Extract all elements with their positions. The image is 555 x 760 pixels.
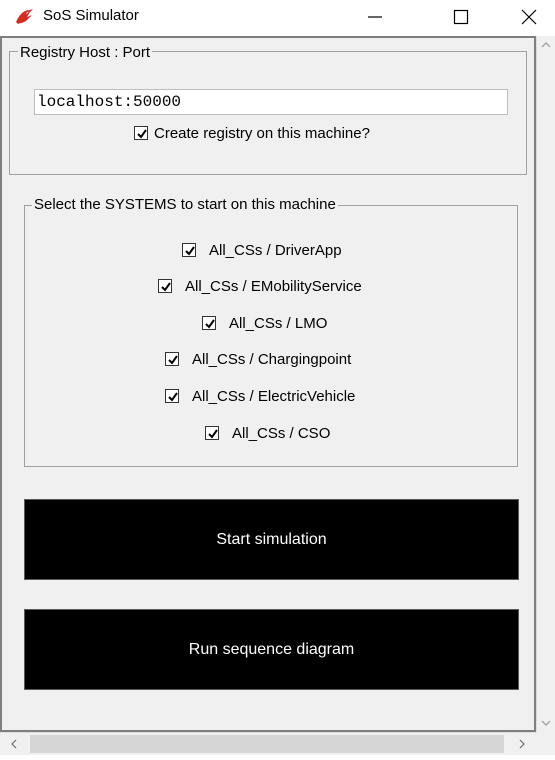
vertical-scrollbar[interactable] [536, 36, 555, 732]
checkmark-icon [137, 129, 147, 139]
checkbox-box[interactable] [165, 389, 179, 403]
arrow-left-icon [11, 739, 17, 749]
scroll-up-button[interactable] [537, 36, 555, 54]
system-label: All_CSs / CSO [232, 425, 331, 442]
system-label: All_CSs / ElectricVehicle [192, 388, 356, 405]
checkmark-icon [168, 392, 178, 402]
tk-feather-icon [14, 7, 36, 27]
close-icon [521, 9, 537, 25]
systems-group-label: Select the SYSTEMS to start on this mach… [32, 196, 338, 214]
checkbox-box[interactable] [165, 352, 179, 366]
arrow-right-icon [519, 739, 525, 749]
scroll-left-button[interactable] [0, 733, 28, 755]
start-simulation-button[interactable]: Start simulation [24, 499, 519, 580]
maximize-icon [453, 9, 469, 25]
checkmark-icon [185, 246, 195, 256]
title-bar: SoS Simulator [0, 0, 555, 34]
checkmark-icon [168, 355, 178, 365]
create-registry-checkbox[interactable]: Create registry on this machine? [134, 124, 424, 144]
arrow-down-icon [541, 720, 551, 726]
horizontal-scrollbar[interactable] [0, 732, 536, 755]
checkbox-box[interactable] [182, 243, 196, 257]
system-label: All_CSs / EMobilityService [185, 278, 362, 295]
create-registry-label: Create registry on this machine? [154, 125, 370, 142]
window-title: SoS Simulator [43, 7, 139, 24]
registry-group-label: Registry Host : Port [18, 44, 153, 62]
checkbox-box[interactable] [158, 279, 172, 293]
checkmark-icon [205, 319, 215, 329]
minimize-icon [368, 16, 382, 18]
checkmark-icon [161, 282, 171, 292]
checkbox-box[interactable] [134, 126, 148, 140]
system-label: All_CSs / Chargingpoint [192, 351, 352, 368]
system-label: All_CSs / LMO [229, 315, 328, 332]
close-button[interactable] [506, 0, 552, 34]
scroll-thumb[interactable] [30, 735, 504, 753]
scroll-right-button[interactable] [508, 733, 536, 755]
scroll-corner [536, 732, 555, 755]
arrow-up-icon [541, 42, 551, 48]
scroll-down-button[interactable] [537, 714, 555, 732]
checkbox-box[interactable] [205, 426, 219, 440]
checkmark-icon [208, 429, 218, 439]
registry-host-input[interactable]: localhost:50000 [34, 89, 508, 115]
maximize-button[interactable] [438, 0, 484, 34]
checkbox-box[interactable] [202, 316, 216, 330]
minimize-button[interactable] [352, 0, 398, 34]
run-sequence-diagram-button[interactable]: Run sequence diagram [24, 609, 519, 690]
system-label: All_CSs / DriverApp [209, 242, 342, 259]
